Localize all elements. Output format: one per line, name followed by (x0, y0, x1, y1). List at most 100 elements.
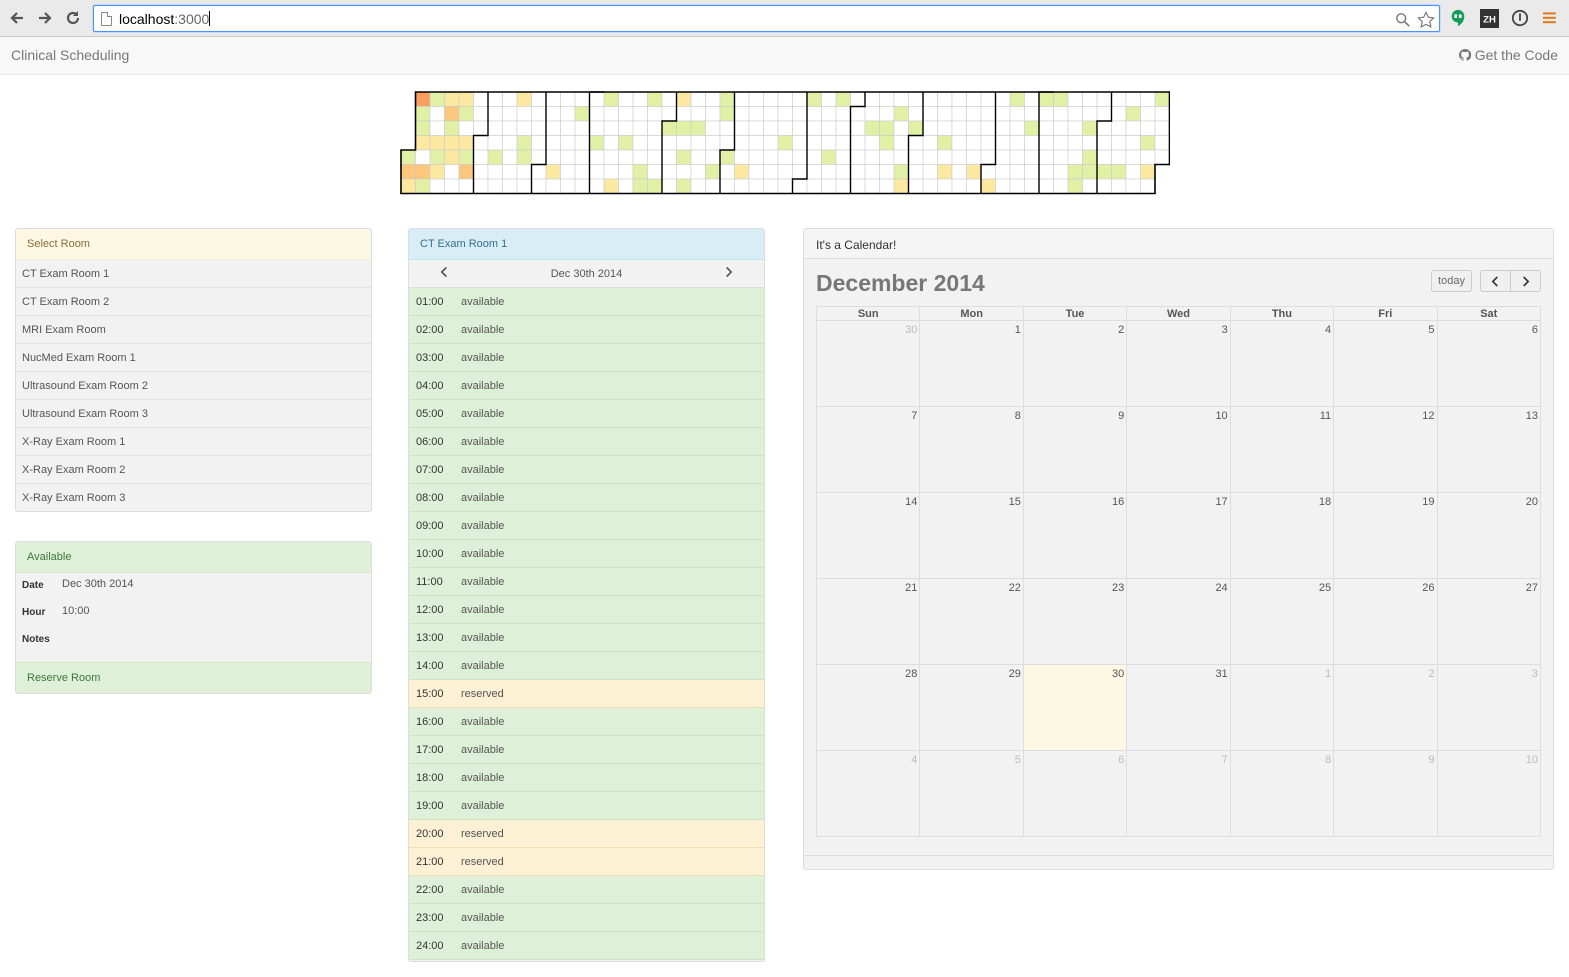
calendar-day[interactable]: 28 (815, 664, 921, 751)
time-slot-row[interactable]: 13:00 available (409, 624, 764, 652)
heatmap-cell (792, 135, 808, 151)
time-slot-row[interactable]: 01:00 available (409, 288, 764, 316)
bookmark-star-icon[interactable] (1416, 10, 1436, 30)
calendar-day[interactable]: 25 (1229, 578, 1335, 665)
time-slot-row[interactable]: 06:00 available (409, 428, 764, 456)
room-list-item[interactable]: NucMed Exam Room 1 (16, 344, 371, 372)
menu-icon[interactable] (1541, 8, 1561, 28)
get-code-link[interactable]: Get the Code (1458, 47, 1558, 63)
heatmap-cell (864, 178, 880, 194)
time-slot-row[interactable]: 03:00 available (409, 344, 764, 372)
heatmap-cell (1082, 178, 1098, 194)
calendar-day[interactable]: 20 (1436, 492, 1542, 579)
room-list-item[interactable]: CT Exam Room 1 (16, 260, 371, 288)
room-list-item[interactable]: X-Ray Exam Room 1 (16, 428, 371, 456)
calendar-day[interactable]: 17 (1126, 492, 1231, 579)
room-list-item[interactable]: X-Ray Exam Room 2 (16, 456, 371, 484)
calendar-day[interactable]: 2 (1333, 664, 1438, 751)
next-day-button[interactable] (724, 266, 733, 281)
time-slot-row[interactable]: 07:00 available (409, 456, 764, 484)
room-list-item[interactable]: X-Ray Exam Room 3 (16, 484, 371, 511)
calendar-day[interactable]: 7 (815, 406, 921, 493)
reserve-room-button[interactable]: Reserve Room (16, 662, 371, 693)
calendar-day[interactable]: 3 (1436, 664, 1542, 751)
reload-button[interactable] (61, 6, 85, 30)
calendar-day[interactable]: 8 (919, 406, 1024, 493)
calendar-day[interactable]: 30 (815, 320, 921, 407)
calendar-day[interactable]: 10 (1436, 750, 1542, 837)
heatmap-cell (806, 164, 822, 180)
time-slot-row[interactable]: 23:00 available (409, 904, 764, 932)
calendar-day[interactable]: 7 (1126, 750, 1231, 837)
zenhub-extension-icon[interactable]: ZH (1479, 8, 1499, 28)
next-month-button[interactable] (1510, 270, 1541, 292)
calendar-day-today[interactable]: 30 (1022, 664, 1128, 751)
info-extension-icon[interactable] (1510, 8, 1530, 28)
calendar-day[interactable]: 24 (1126, 578, 1231, 665)
hangouts-extension-icon[interactable] (1448, 8, 1468, 28)
chevron-right-icon (726, 266, 733, 278)
calendar-day[interactable]: 8 (1229, 750, 1335, 837)
time-slot-row[interactable]: 02:00 available (409, 316, 764, 344)
schedule-date: Dec 30th 2014 (550, 268, 623, 280)
time-slot-row[interactable]: 04:00 available (409, 372, 764, 400)
heatmap-cell (632, 135, 648, 151)
calendar-day[interactable]: 26 (1333, 578, 1438, 665)
calendar-day[interactable]: 29 (919, 664, 1024, 751)
time-slot-row[interactable]: 12:00 available (409, 596, 764, 624)
calendar-day[interactable]: 31 (1126, 664, 1231, 751)
time-slot-row[interactable]: 17:00 available (409, 736, 764, 764)
zoom-icon[interactable] (1393, 10, 1413, 30)
time-slot-row[interactable]: 10:00 available (409, 540, 764, 568)
calendar-day[interactable]: 23 (1022, 578, 1128, 665)
calendar-day[interactable]: 13 (1436, 406, 1542, 493)
calendar-day[interactable]: 16 (1022, 492, 1128, 579)
calendar-day[interactable]: 27 (1436, 578, 1542, 665)
calendar-day[interactable]: 5 (1333, 320, 1438, 407)
forward-button[interactable] (33, 6, 57, 30)
time-slot-row[interactable]: 22:00 available (409, 876, 764, 904)
time-slot-row[interactable]: 15:00 reserved (409, 680, 764, 708)
time-slot-row[interactable]: 08:00 available (409, 484, 764, 512)
calendar-day[interactable]: 21 (815, 578, 921, 665)
calendar-day[interactable]: 1 (1229, 664, 1335, 751)
today-button[interactable]: today (1431, 270, 1472, 292)
time-slot-row[interactable]: 24:00 available (409, 932, 764, 960)
calendar-day[interactable]: 12 (1333, 406, 1438, 493)
heatmap-cell (603, 120, 619, 136)
calendar-day[interactable]: 4 (1229, 320, 1335, 407)
back-button[interactable] (5, 6, 29, 30)
calendar-day[interactable]: 19 (1333, 492, 1438, 579)
address-bar[interactable]: localhost:3000 (93, 5, 1440, 32)
time-slot-row[interactable]: 11:00 available (409, 568, 764, 596)
room-list-item[interactable]: Ultrasound Exam Room 2 (16, 372, 371, 400)
time-slot-row[interactable]: 05:00 available (409, 400, 764, 428)
previous-month-button[interactable] (1480, 270, 1511, 292)
calendar-day[interactable]: 9 (1333, 750, 1438, 837)
room-list-item[interactable]: MRI Exam Room (16, 316, 371, 344)
time-slot-row[interactable]: 16:00 available (409, 708, 764, 736)
calendar-day[interactable]: 9 (1022, 406, 1128, 493)
calendar-day[interactable]: 6 (1022, 750, 1128, 837)
room-list-item[interactable]: Ultrasound Exam Room 3 (16, 400, 371, 428)
calendar-day[interactable]: 1 (919, 320, 1024, 407)
calendar-day[interactable]: 11 (1229, 406, 1335, 493)
calendar-day[interactable]: 2 (1022, 320, 1128, 407)
calendar-day[interactable]: 4 (815, 750, 921, 837)
calendar-day[interactable]: 6 (1436, 320, 1542, 407)
time-slot-row[interactable]: 14:00 available (409, 652, 764, 680)
calendar-day[interactable]: 15 (919, 492, 1024, 579)
time-slot-row[interactable]: 21:00 reserved (409, 848, 764, 876)
room-list-item[interactable]: CT Exam Room 2 (16, 288, 371, 316)
calendar-day[interactable]: 18 (1229, 492, 1335, 579)
time-slot-row[interactable]: 18:00 available (409, 764, 764, 792)
calendar-day[interactable]: 22 (919, 578, 1024, 665)
calendar-day[interactable]: 14 (815, 492, 921, 579)
calendar-day[interactable]: 3 (1126, 320, 1231, 407)
calendar-day[interactable]: 10 (1126, 406, 1231, 493)
calendar-day[interactable]: 5 (919, 750, 1024, 837)
brand-link[interactable]: Clinical Scheduling (11, 47, 129, 63)
time-slot-row[interactable]: 09:00 available (409, 512, 764, 540)
time-slot-row[interactable]: 20:00 reserved (409, 820, 764, 848)
time-slot-row[interactable]: 19:00 available (409, 792, 764, 820)
